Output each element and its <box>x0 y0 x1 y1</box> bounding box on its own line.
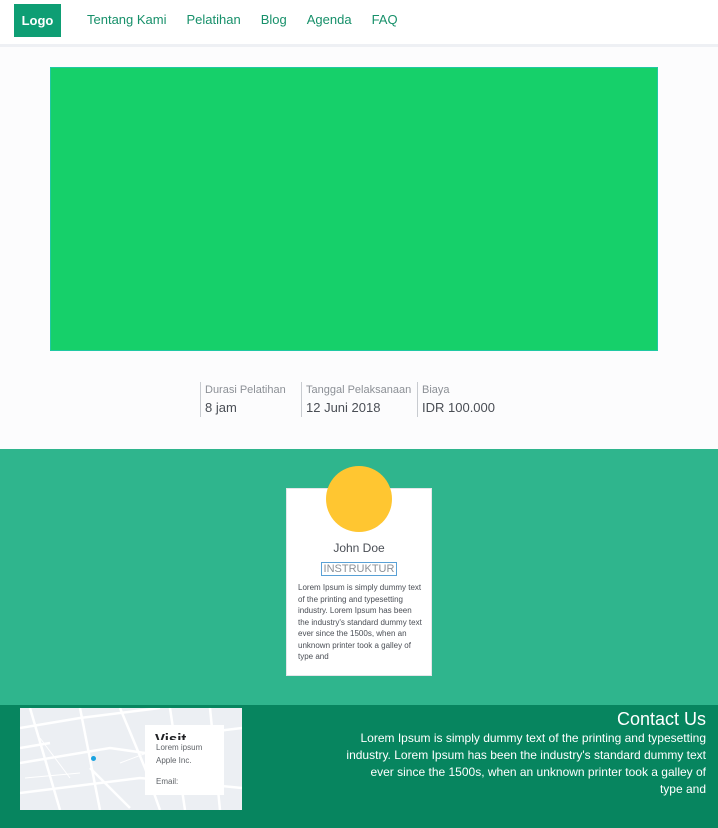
instructor-role[interactable]: INSTRUKTUR <box>321 562 397 576</box>
stat-value: IDR 100.000 <box>422 400 495 415</box>
stat-label: Durasi Pelatihan <box>205 384 286 396</box>
location-pin-icon[interactable] <box>91 756 96 761</box>
logo[interactable]: Logo <box>14 4 61 37</box>
stat-label: Biaya <box>422 384 450 396</box>
top-navbar: Logo Tentang Kami Pelatihan Blog Agenda … <box>0 0 718 47</box>
training-stats: Durasi Pelatihan 8 jam Tanggal Pelaksana… <box>200 382 506 417</box>
nav-agenda[interactable]: Agenda <box>307 12 352 27</box>
map-info-line: Apple Inc. <box>156 756 192 765</box>
stat-value: 8 jam <box>205 400 237 415</box>
instructor-description: Lorem Ipsum is simply dummy text of the … <box>298 583 422 661</box>
nav-blog[interactable]: Blog <box>261 12 287 27</box>
map-info-line: Email: <box>156 777 179 786</box>
stat-value: 12 Juni 2018 <box>306 400 381 415</box>
stat-price: Biaya IDR 100.000 <box>417 382 506 417</box>
nav-pelatihan[interactable]: Pelatihan <box>187 12 241 27</box>
nav-faq[interactable]: FAQ <box>372 12 398 27</box>
stat-duration: Durasi Pelatihan 8 jam <box>200 382 301 417</box>
hero-banner <box>50 67 658 351</box>
contact-title: Contact Us <box>616 709 706 729</box>
stat-date: Tanggal Pelaksanaan 12 Juni 2018 <box>301 382 417 417</box>
avatar <box>326 466 392 532</box>
nav-tentang-kami[interactable]: Tentang Kami <box>87 12 167 27</box>
map-info-title: Visit <box>155 731 187 740</box>
stat-label: Tanggal Pelaksanaan <box>306 384 412 396</box>
contact-text: Lorem Ipsum is simply dummy text of the … <box>346 731 706 796</box>
map-info-line: Lorem ipsum <box>156 743 203 752</box>
main-nav: Tentang Kami Pelatihan Blog Agenda FAQ <box>87 12 398 27</box>
instructor-name: John Doe <box>333 541 385 555</box>
